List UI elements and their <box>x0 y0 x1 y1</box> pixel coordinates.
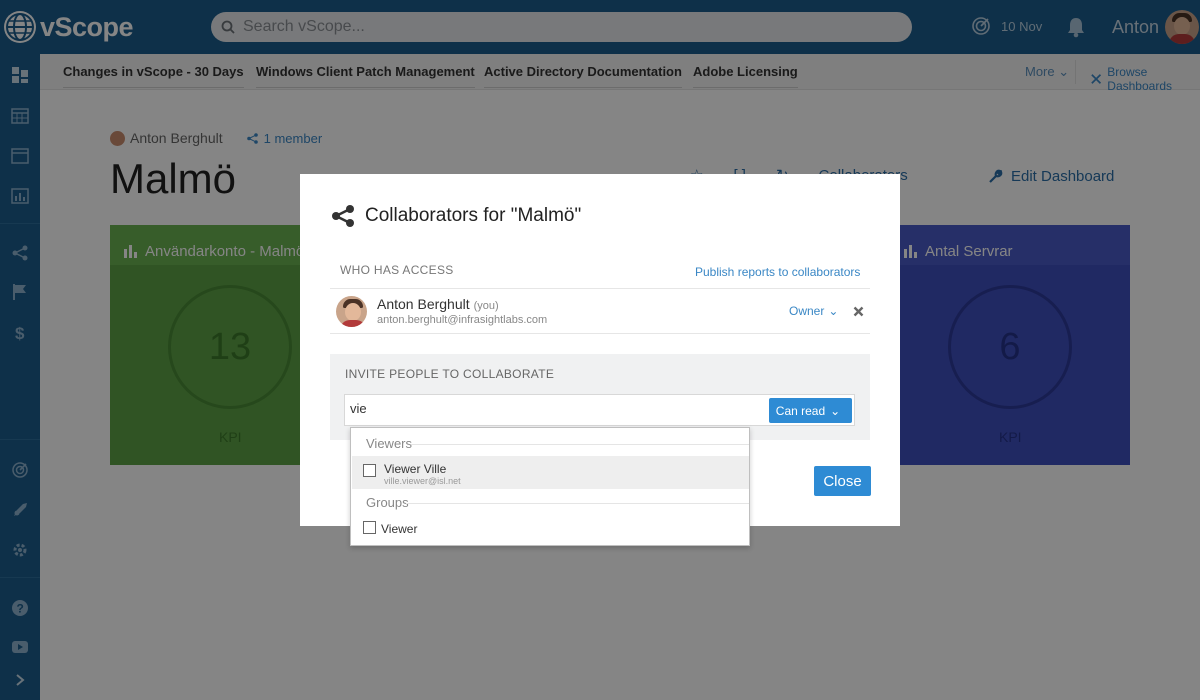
invite-heading: INVITE PEOPLE TO COLLABORATE <box>345 367 555 381</box>
chevron-down-icon: ⌄ <box>830 403 841 418</box>
collaborator-email: anton.berghult@infrasightlabs.com <box>377 314 548 326</box>
close-icon[interactable] <box>853 304 864 322</box>
item-name: Viewer <box>381 522 418 536</box>
list-item[interactable]: Viewer <box>352 515 749 541</box>
invite-input[interactable] <box>350 401 750 416</box>
dialog-title-text: Collaborators for "Malmö" <box>365 205 582 226</box>
permission-label: Can read <box>775 403 826 418</box>
list-item[interactable]: Viewer Ville ville.viewer@isl.net <box>352 456 749 489</box>
role-label: Owner <box>789 304 825 318</box>
item-name: Viewer Ville <box>384 462 447 476</box>
group-label: Groups <box>366 495 409 510</box>
divider <box>411 444 749 445</box>
dialog-title: Collaborators for "Malmö" <box>331 204 581 228</box>
who-has-access-heading: WHO HAS ACCESS <box>340 263 454 277</box>
invite-field[interactable]: Can read ⌄ <box>344 394 855 426</box>
permission-dropdown[interactable]: Can read ⌄ <box>769 398 852 423</box>
collaborator-name: Anton Berghult <box>377 296 470 312</box>
item-email: ville.viewer@isl.net <box>384 476 461 486</box>
checkbox[interactable] <box>363 521 376 534</box>
checkbox[interactable] <box>363 464 376 477</box>
publish-reports-link[interactable]: Publish reports to collaborators <box>695 265 860 279</box>
you-label: (you) <box>473 300 499 312</box>
divider <box>330 288 870 289</box>
role-dropdown[interactable]: Owner ⌄ <box>789 304 842 318</box>
divider <box>330 333 870 334</box>
share-icon <box>332 205 354 227</box>
divider <box>406 503 749 504</box>
close-button[interactable]: Close <box>814 466 871 496</box>
avatar <box>336 296 367 327</box>
invite-suggestions: Viewers Viewer Ville ville.viewer@isl.ne… <box>350 427 750 546</box>
collaborator-row: Anton Berghult (you) anton.berghult@infra… <box>336 294 870 330</box>
chevron-down-icon: ⌄ <box>828 304 839 318</box>
group-label: Viewers <box>366 436 413 451</box>
